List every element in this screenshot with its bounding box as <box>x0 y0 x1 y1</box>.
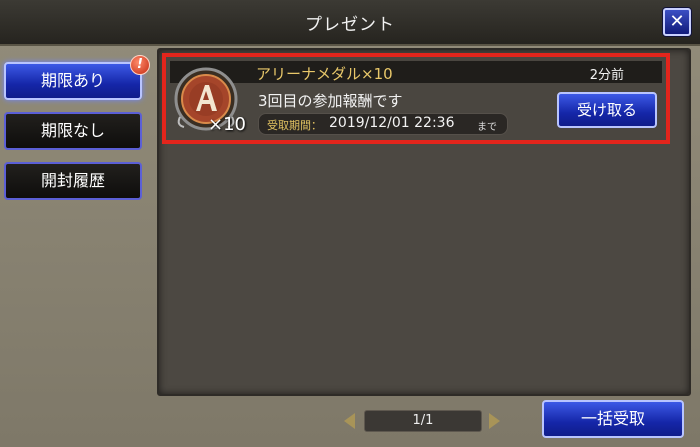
tab-label: 期限なし <box>40 121 105 140</box>
window-title: プレゼント <box>305 15 395 35</box>
next-page-arrow-icon[interactable] <box>489 413 500 429</box>
bulk-receive-label: 一括受取 <box>580 409 645 428</box>
receive-period: 受取期間： 2019/12/01 22:36 まで <box>258 113 508 135</box>
tab-with-deadline[interactable]: 期限あり <box>4 62 142 100</box>
tab-open-history[interactable]: 開封履歴 <box>4 162 142 200</box>
tab-label: 開封履歴 <box>40 171 105 190</box>
receive-button-label: 受け取る <box>576 101 637 119</box>
gift-header-bar: アリーナメダル×10 2分前 <box>170 61 662 83</box>
bulk-receive-button[interactable]: 一括受取 <box>542 400 684 438</box>
receive-period-date: 2019/12/01 22:36 <box>329 115 455 131</box>
receive-period-label: 受取期間： <box>267 119 322 132</box>
close-icon: ✕ <box>669 11 685 32</box>
tab-label: 期限あり <box>40 71 105 90</box>
prev-page-arrow-icon[interactable] <box>344 413 355 429</box>
gift-quantity: ×10 <box>208 114 246 135</box>
receive-period-suffix: まで <box>477 122 497 133</box>
alert-badge: ! <box>130 55 150 75</box>
close-button[interactable]: ✕ <box>663 8 691 36</box>
receive-button[interactable]: 受け取る <box>557 92 657 128</box>
gift-name: アリーナメダル×10 <box>256 65 393 83</box>
tab-no-deadline[interactable]: 期限なし <box>4 112 142 150</box>
gift-timestamp: 2分前 <box>589 68 624 83</box>
gift-description: 3回目の参加報酬です <box>258 92 403 110</box>
title-bar: プレゼント <box>0 0 700 46</box>
gift-window: プレゼント ✕ 期限あり ! 期限なし 開封履歴 アリーナメダル×10 2分前 … <box>0 0 700 447</box>
gift-list-item: アリーナメダル×10 2分前 ×10 3回目の参加報酬です 受取期間： 2019… <box>162 53 670 144</box>
page-indicator: 1/1 <box>364 410 482 432</box>
